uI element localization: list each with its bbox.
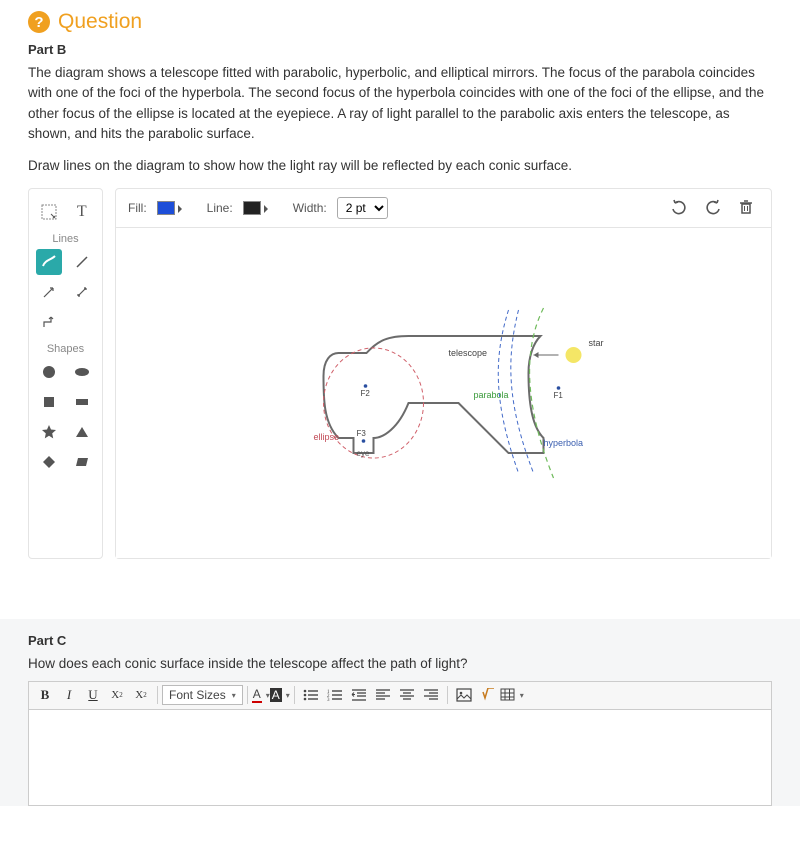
part-b-paragraph-2: Draw lines on the diagram to show how th… (28, 156, 772, 176)
redo-button[interactable] (704, 199, 722, 217)
bullet-list-button[interactable] (299, 683, 323, 707)
superscript-button[interactable]: X2 (105, 683, 129, 707)
double-arrow-tool[interactable] (69, 279, 95, 305)
ellipse-shape-tool[interactable] (69, 359, 95, 385)
canvas-toolbar: Fill: Line: Width: 2 pt (116, 189, 771, 228)
question-mark-icon: ? (28, 11, 50, 33)
svg-text:3: 3 (327, 698, 330, 702)
part-c-question: How does each conic surface inside the t… (28, 654, 772, 674)
diamond-shape-tool[interactable] (36, 449, 62, 475)
star-shape-tool[interactable] (36, 419, 62, 445)
eye-label: eye (357, 449, 370, 458)
ellipse-label: ellipse (314, 432, 340, 442)
insert-image-button[interactable] (452, 683, 476, 707)
align-center-button[interactable] (395, 683, 419, 707)
line-color-picker[interactable] (243, 201, 261, 215)
star-label: star (589, 338, 604, 348)
text-color-button[interactable]: A (252, 687, 270, 703)
part-b-label: Part B (28, 42, 772, 57)
width-label: Width: (293, 201, 327, 215)
align-left-button[interactable] (371, 683, 395, 707)
f2-label: F2 (361, 389, 371, 398)
insert-equation-button[interactable] (476, 683, 500, 707)
part-c-section: Part C How does each conic surface insid… (0, 619, 800, 805)
subscript-button[interactable]: X2 (129, 683, 153, 707)
bold-button[interactable]: B (33, 683, 57, 707)
underline-button[interactable]: U (81, 683, 105, 707)
rectangle-shape-tool[interactable] (69, 389, 95, 415)
align-right-button[interactable] (419, 683, 443, 707)
freehand-line-tool[interactable] (36, 249, 62, 275)
part-c-label: Part C (28, 633, 772, 648)
hyperbola-label: hyperbola (544, 438, 584, 448)
trash-button[interactable] (738, 199, 756, 217)
editor-toolbar: B I U X2 X2 Font Sizes A A 123 (29, 682, 771, 710)
circle-shape-tool[interactable] (36, 359, 62, 385)
triangle-shape-tool[interactable] (69, 419, 95, 445)
italic-button[interactable]: I (57, 683, 81, 707)
background-color-button[interactable]: A (270, 688, 290, 702)
font-size-dropdown[interactable]: Font Sizes (162, 685, 243, 705)
empty-slot (69, 309, 95, 335)
telescope-label: telescope (449, 348, 488, 358)
undo-button[interactable] (670, 199, 688, 217)
drawing-canvas[interactable]: star parabola hyperbola ellipse F1 (116, 228, 771, 558)
part-b-paragraph-1: The diagram shows a telescope fitted wit… (28, 63, 772, 144)
select-tool[interactable] (36, 199, 62, 225)
parallelogram-shape-tool[interactable] (69, 449, 95, 475)
parabola-label: parabola (474, 390, 509, 400)
text-tool[interactable]: T (69, 199, 95, 225)
square-shape-tool[interactable] (36, 389, 62, 415)
line-label: Line: (207, 201, 233, 215)
question-title: Question (58, 10, 142, 34)
question-header: ? Question (28, 10, 772, 34)
lines-section-label: Lines (33, 233, 98, 245)
straight-line-tool[interactable] (69, 249, 95, 275)
fill-label: Fill: (128, 201, 147, 215)
connector-tool[interactable] (36, 309, 62, 335)
tool-palette: T Lines Shapes (28, 188, 103, 559)
rich-text-editor: B I U X2 X2 Font Sizes A A 123 (28, 681, 772, 806)
line-width-select[interactable]: 2 pt (337, 197, 388, 219)
editor-body[interactable] (29, 710, 771, 805)
outdent-button[interactable] (347, 683, 371, 707)
arrow-tool[interactable] (36, 279, 62, 305)
drawing-area: T Lines Shapes (28, 188, 772, 559)
f1-label: F1 (554, 391, 564, 400)
f3-label: F3 (357, 429, 367, 438)
insert-table-button[interactable] (500, 688, 524, 702)
canvas-panel: Fill: Line: Width: 2 pt (115, 188, 772, 559)
fill-color-picker[interactable] (157, 201, 175, 215)
numbered-list-button[interactable]: 123 (323, 683, 347, 707)
shapes-section-label: Shapes (33, 343, 98, 355)
